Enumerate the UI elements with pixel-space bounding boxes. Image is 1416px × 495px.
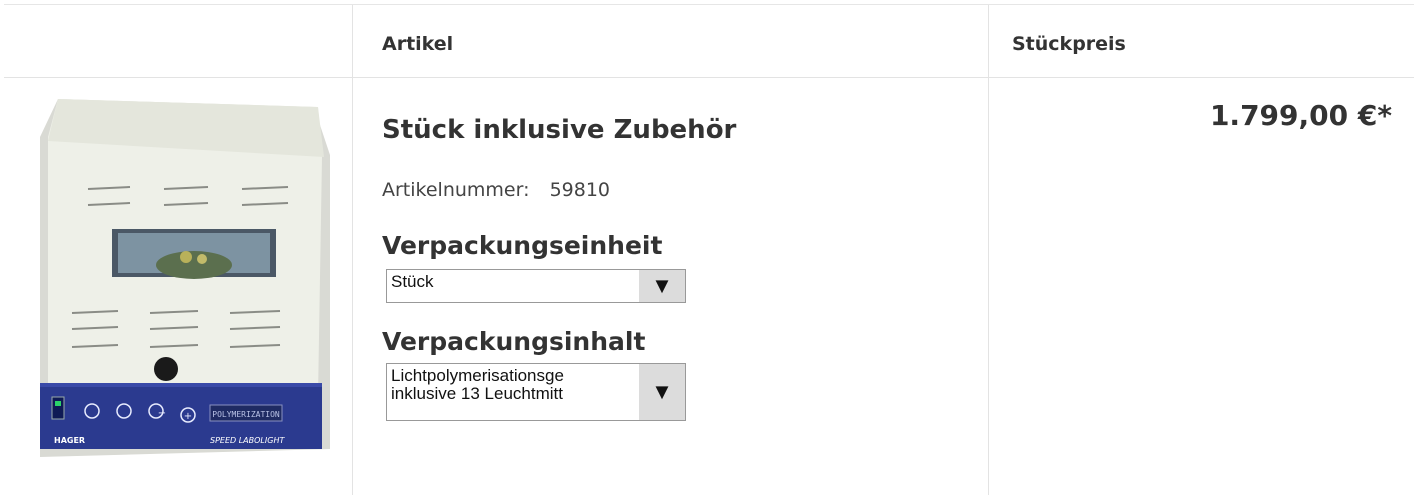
svg-text:SPEED LABOLIGHT: SPEED LABOLIGHT <box>210 436 285 445</box>
cart-table: Artikel Stückpreis − + POLYMERIZATION HA… <box>4 4 1414 495</box>
column-header-unit-price: Stückpreis <box>1012 33 1126 55</box>
packaging-unit-value: Stück <box>391 272 434 291</box>
svg-text:POLYMERIZATION: POLYMERIZATION <box>212 410 280 419</box>
sku-value: 59810 <box>549 179 611 201</box>
svg-text:+: + <box>184 411 192 422</box>
packaging-unit-heading: Verpackungseinheit <box>382 231 663 260</box>
chevron-down-icon[interactable]: ▼ <box>639 270 685 302</box>
packaging-content-select[interactable]: Lichtpolymerisationsge inklusive 13 Leuc… <box>386 363 686 421</box>
column-header-article: Artikel <box>382 33 454 55</box>
svg-text:HAGER: HAGER <box>54 436 85 445</box>
svg-text:−: − <box>158 408 166 419</box>
sku-row: Artikelnummer: 59810 <box>382 179 610 201</box>
product-title[interactable]: Stück inklusive Zubehör <box>382 115 736 145</box>
packaging-content-heading: Verpackungsinhalt <box>382 327 646 356</box>
column-divider <box>352 5 353 495</box>
packaging-content-value: Lichtpolymerisationsge inklusive 13 Leuc… <box>391 367 564 403</box>
unit-price: 1.799,00 €* <box>1209 99 1392 132</box>
chevron-down-icon[interactable]: ▼ <box>639 364 685 420</box>
header-divider <box>4 77 1414 78</box>
packaging-unit-select[interactable]: Stück ▼ <box>386 269 686 303</box>
column-divider <box>988 5 989 495</box>
sku-label: Artikelnummer: <box>382 179 530 201</box>
product-image[interactable]: − + POLYMERIZATION HAGER SPEED LABOLIGHT <box>18 97 338 459</box>
